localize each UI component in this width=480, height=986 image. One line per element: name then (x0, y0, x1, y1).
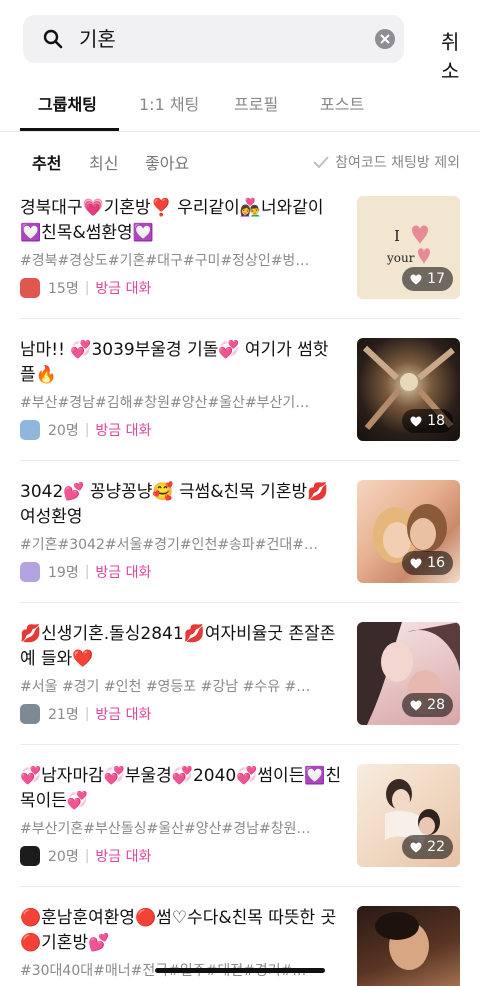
member-count: 21명 (48, 707, 79, 723)
divider-bar: | (84, 706, 90, 722)
clear-icon[interactable] (375, 29, 395, 49)
check-icon (313, 156, 329, 168)
active-tab-indicator (20, 128, 119, 131)
exclude-label: 참여코드 채팅방 제외 (335, 155, 460, 171)
sort-latest[interactable]: 최신 (89, 150, 118, 174)
search-bar: 기혼 취소 (23, 14, 463, 83)
home-indicator (155, 968, 325, 973)
chat-room-meta: 19명 | 방금 대화 (20, 562, 151, 582)
sort-bar: 추천 최신 좋아요 참여코드 채팅방 제외 (0, 148, 480, 174)
chat-room-item[interactable]: 남마!! 💞3039부울경 기돌💞 여기가 썸핫플🔥 #부산#경남#김해#창원#… (20, 338, 460, 448)
recent-chat-label: 방금 대화 (95, 565, 152, 581)
tab-bar: 그룹채팅 1:1 채팅 프로필 포스트 (0, 86, 480, 132)
like-count-badge: 18 (402, 409, 453, 433)
like-count: 22 (427, 839, 445, 855)
chat-room-meta: 20명 | 방금 대화 (20, 846, 151, 866)
heart-icon (410, 700, 422, 710)
tab-one-to-one-chat[interactable]: 1:1 채팅 (139, 91, 199, 115)
chat-room-thumbnail: I your 17 (357, 196, 460, 299)
list-divider (20, 886, 460, 887)
list-divider (20, 318, 460, 319)
chat-room-item[interactable]: 3042💕 꽁냥꽁냥🥰 극썸&친목 기혼방💋여성환영 #기혼#3042#서울#경… (20, 480, 460, 590)
list-divider (20, 460, 460, 461)
member-count: 20명 (48, 423, 79, 439)
member-count: 19명 (48, 565, 79, 581)
chat-room-tags: #경북#경상도#기혼#대구#구미#정상인#벙… (20, 253, 310, 269)
chat-room-title: 남마!! 💞3039부울경 기돌💞 여기가 썸핫플🔥 (20, 340, 329, 385)
list-divider (20, 744, 460, 745)
avatar (20, 420, 40, 440)
svg-text:I: I (394, 227, 400, 245)
chat-room-tags: #기혼#3042#서울#경기#인천#송파#건대#… (20, 537, 319, 553)
recent-chat-label: 방금 대화 (95, 707, 152, 723)
avatar (20, 704, 40, 724)
like-count-badge: 22 (402, 835, 453, 859)
like-count-badge: 17 (402, 267, 453, 291)
search-field[interactable]: 기혼 (23, 15, 404, 63)
divider-bar: | (84, 848, 90, 864)
avatar (20, 562, 40, 582)
chat-room-item[interactable]: 경북대구💗기혼방❣️ 우리같이👩‍❤️‍👨너와같이💟친목&썸환영💟 #경북#경상… (20, 196, 460, 306)
chat-room-tags: #서울 #경기 #인천 #영등포 #강남 #수유 #… (20, 679, 311, 695)
heart-icon (410, 274, 422, 284)
chat-room-thumbnail: 22 (357, 764, 460, 867)
chat-room-item[interactable]: 💞남자마감💞부울경💞2040💞썸이든💟친목이든💞 #부산기혼#부산돌싱#울산#양… (20, 764, 460, 874)
chat-room-thumbnail: 16 (357, 480, 460, 583)
chat-room-meta: 21명 | 방금 대화 (20, 704, 151, 724)
list-divider (20, 602, 460, 603)
chat-room-title: 🔴훈남훈여환영🔴썸♡수다&친목 따뜻한 곳🔴기혼방💕 (20, 908, 337, 953)
avatar (20, 846, 40, 866)
member-count: 15명 (48, 281, 79, 297)
chat-room-tags: #부산#경남#김해#창원#양산#울산#부산기… (20, 395, 310, 411)
chat-room-thumbnail: 18 (357, 338, 460, 441)
recent-chat-label: 방금 대화 (95, 849, 152, 865)
tab-profile[interactable]: 프로필 (234, 91, 278, 115)
couple-photo-image (375, 912, 429, 970)
cancel-button[interactable]: 취소 (441, 26, 463, 84)
chat-room-title: 💞남자마감💞부울경💞2040💞썸이든💟친목이든💞 (20, 766, 342, 811)
like-count-badge: 16 (402, 551, 453, 575)
exclude-code-chat-toggle[interactable]: 참여코드 채팅방 제외 (313, 152, 460, 172)
tab-post[interactable]: 포스트 (320, 91, 364, 115)
member-count: 20명 (48, 849, 79, 865)
heart-icon (410, 558, 422, 568)
divider-bar: | (84, 422, 90, 438)
like-count: 16 (427, 555, 445, 571)
divider-bar: | (84, 280, 90, 296)
avatar (20, 278, 40, 298)
divider-bar: | (84, 564, 90, 580)
chat-room-item[interactable]: 💋신생기혼.돌싱2841💋여자비율굿 존잘존예 들와❤️ #서울 #경기 #인천… (20, 622, 460, 732)
search-input[interactable]: 기혼 (79, 25, 116, 53)
chat-room-meta: 15명 | 방금 대화 (20, 278, 151, 298)
chat-room-item[interactable]: 🔴훈남훈여환영🔴썸♡수다&친목 따뜻한 곳🔴기혼방💕 #30대40대#매너#전국… (20, 906, 460, 986)
like-count: 18 (427, 413, 445, 429)
like-count-badge: 28 (402, 693, 453, 717)
search-icon (43, 29, 63, 49)
chat-room-title: 3042💕 꽁냥꽁냥🥰 극썸&친목 기혼방💋여성환영 (20, 482, 329, 527)
chat-room-title: 💋신생기혼.돌싱2841💋여자비율굿 존잘존예 들와❤️ (20, 624, 336, 669)
chat-room-thumbnail: 28 (357, 622, 460, 725)
tab-group-chat[interactable]: 그룹채팅 (38, 91, 97, 115)
like-count: 17 (427, 271, 445, 287)
chat-room-title: 경북대구💗기혼방❣️ 우리같이👩‍❤️‍👨너와같이💟친목&썸환영💟 (20, 198, 324, 243)
heart-icon (410, 416, 422, 426)
sort-likes[interactable]: 좋아요 (145, 150, 189, 174)
recent-chat-label: 방금 대화 (95, 423, 152, 439)
svg-text:your: your (386, 251, 415, 265)
chat-room-tags: #부산기혼#부산돌싱#울산#양산#경남#창원… (20, 821, 311, 837)
heart-icon (410, 842, 422, 852)
chat-room-meta: 20명 | 방금 대화 (20, 420, 151, 440)
like-count: 28 (427, 697, 445, 713)
chat-room-thumbnail (357, 906, 460, 986)
recent-chat-label: 방금 대화 (95, 281, 152, 297)
sort-recommended[interactable]: 추천 (32, 150, 61, 174)
